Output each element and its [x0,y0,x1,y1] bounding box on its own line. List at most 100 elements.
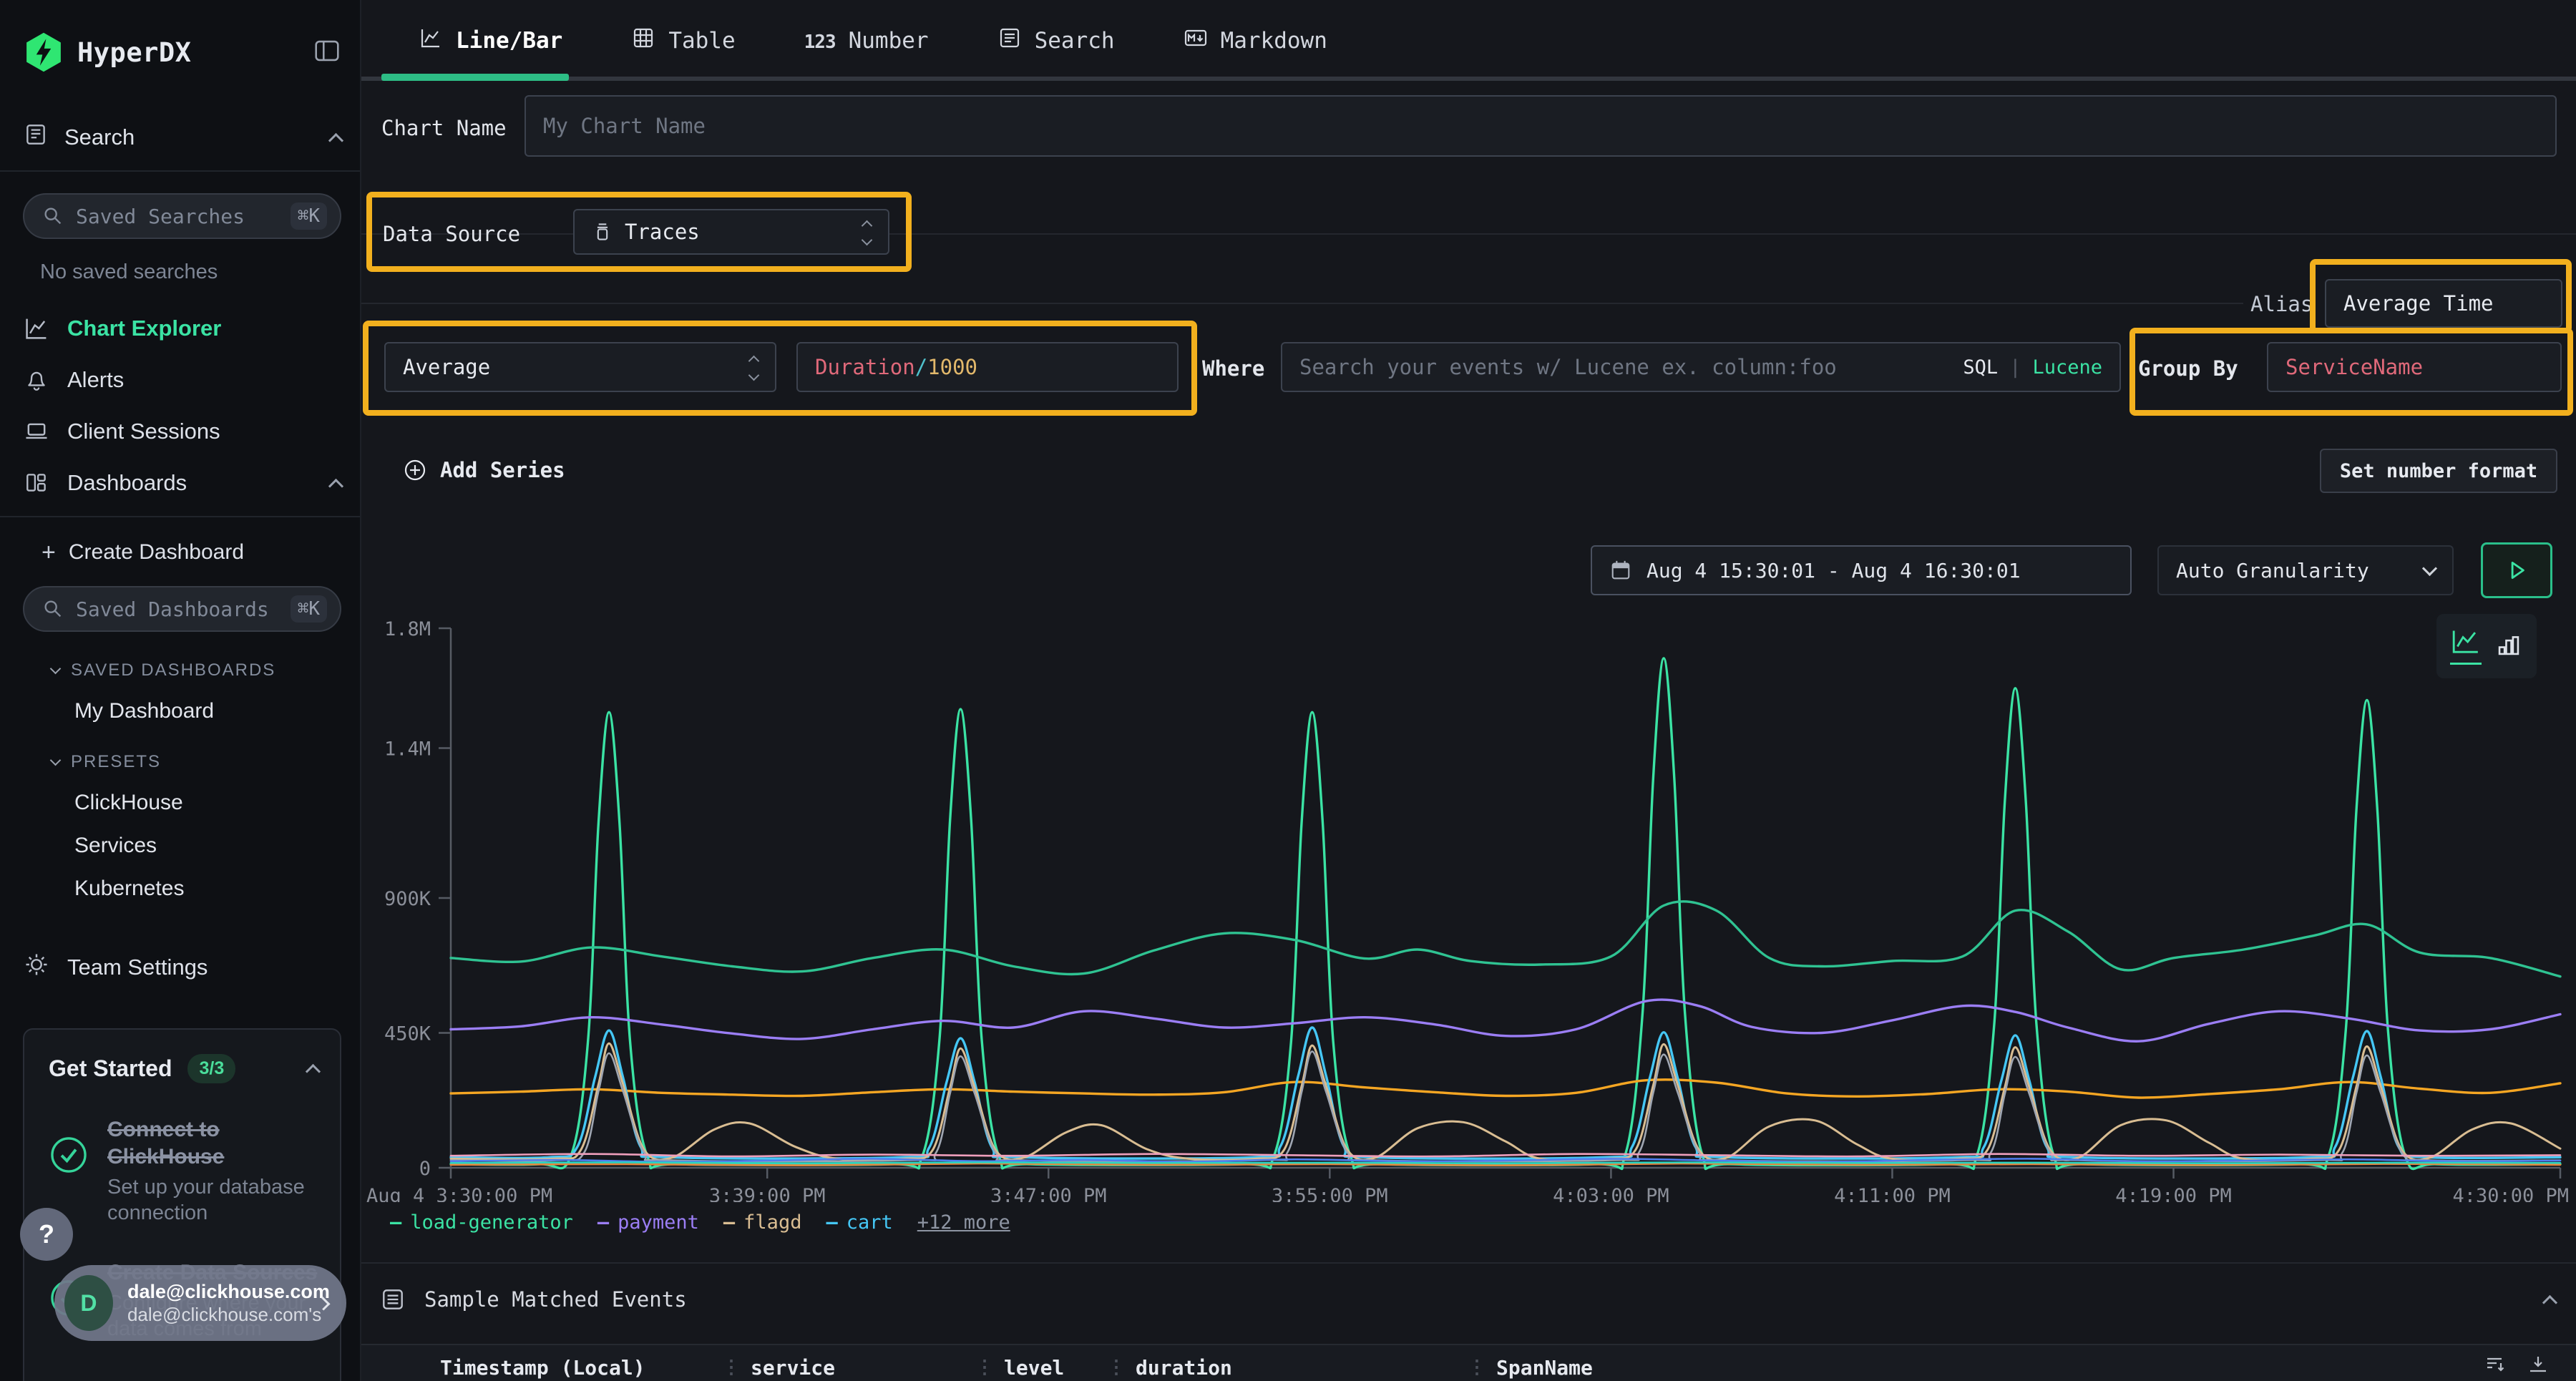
sample-matched-events-header[interactable]: Sample Matched Events [380,1287,2555,1312]
tab-search[interactable]: Search [997,26,1115,56]
traces-source-icon [592,221,613,243]
sidebar-item-my-dashboard[interactable]: My Dashboard [74,699,341,723]
sidebar-item-kubernetes[interactable]: Kubernetes [74,877,341,901]
saved-searches-input[interactable]: Saved Searches ⌘K [23,193,341,239]
sidebar-item-client-sessions[interactable]: Client Sessions [23,413,341,450]
search-icon [42,597,64,620]
saved-dashboards-input[interactable]: Saved Dashboards ⌘K [23,586,341,632]
laptop-icon [23,418,50,445]
add-series-button[interactable]: Add Series [403,458,565,482]
grid-icon [23,470,50,496]
legend-item-12-more[interactable]: +12 more [917,1211,1010,1234]
chevron-up-icon[interactable] [306,1064,321,1079]
group-by-value: ServiceName [2285,355,2423,379]
chevron-up-icon[interactable] [2542,1294,2557,1309]
tab-table[interactable]: Table [631,26,735,56]
chevron-down-icon [50,663,62,674]
column-resize-handle[interactable]: ⋮ [722,1357,741,1378]
group-header-presets[interactable]: PRESETS [52,752,341,772]
legend-swatch: — [597,1211,609,1234]
date-range-input[interactable]: Aug 4 15:30:01 - Aug 4 16:30:01 [1591,545,2132,595]
saved-dashboards-placeholder: Saved Dashboards [76,597,269,621]
expr-field: Duration [815,355,915,379]
sql-mode-toggle[interactable]: SQL [1963,356,1998,379]
sidebar-item-dashboards[interactable]: Dashboards [23,464,341,502]
search-section-label: Search [64,125,135,150]
calendar-icon [1609,559,1632,582]
group-header-saved-dashboards[interactable]: SAVED DASHBOARDS [52,660,341,680]
field-expression-input[interactable]: Duration/1000 [796,342,1179,392]
create-dashboard-button[interactable]: + Create Dashboard [42,540,341,565]
sidebar: HyperDX Search Saved Searches ⌘K No save… [0,0,361,1381]
sidebar-item-clickhouse[interactable]: ClickHouse [74,791,341,815]
search-icon [42,205,64,228]
help-button[interactable]: ? [20,1208,73,1261]
sidebar-item-chart-explorer[interactable]: Chart Explorer [23,310,341,347]
column-header-spanname[interactable]: SpanName [1496,1356,1926,1380]
sidebar-item-services[interactable]: Services [74,834,341,858]
tab-markdown[interactable]: Markdown [1184,26,1327,56]
expr-number: 1000 [927,355,977,379]
lucene-mode-toggle[interactable]: Lucene [2032,356,2102,379]
svg-text:3:39:00 PM: 3:39:00 PM [709,1185,826,1202]
divider [0,170,360,172]
saved-searches-placeholder: Saved Searches [76,205,245,228]
legend-item-payment[interactable]: —payment [597,1211,699,1234]
collapse-sidebar-icon[interactable] [313,36,341,69]
granularity-select[interactable]: Auto Granularity [2157,545,2454,595]
sidebar-item-team-settings[interactable]: Team Settings [23,951,341,984]
aggregation-select[interactable]: Average [384,342,776,392]
row-density-icon[interactable] [2483,1353,2507,1381]
svg-text:1.4M: 1.4M [384,738,431,761]
chart-legend: —load-generator—payment—flagd—cart+12 mo… [390,1211,1010,1234]
divider [361,1262,2576,1264]
tab-md-icon [1184,26,1208,56]
get-started-item[interactable]: Start sending logs, metrics, or traces [49,1375,318,1381]
active-tab-indicator [381,74,569,81]
tab-number[interactable]: 123Number [804,28,929,54]
brand-title: HyperDX [77,37,191,68]
group-by-input[interactable]: ServiceName [2267,342,2562,392]
alias-input[interactable] [2325,279,2562,328]
chart-name-input[interactable] [525,95,2557,157]
column-resize-handle[interactable]: ⋮ [1468,1357,1486,1378]
get-started-item-desc: Set up your database connection [107,1174,318,1226]
event-list-icon [380,1287,406,1312]
svg-text:4:19:00 PM: 4:19:00 PM [2115,1185,2232,1202]
column-header-service[interactable]: service [751,1356,965,1380]
group-header-label: SAVED DASHBOARDS [71,660,275,680]
column-header-timestamp-local[interactable]: Timestamp (Local) [440,1356,712,1380]
expr-operator: / [915,355,927,379]
chevron-up-icon[interactable] [328,478,343,493]
divider [0,516,360,517]
run-query-button[interactable] [2481,542,2552,598]
legend-label: cart [847,1211,893,1234]
column-header-level[interactable]: level [1004,1356,1097,1380]
download-icon[interactable] [2526,1353,2550,1381]
chart-canvas[interactable]: 1.8M1.4M900K450K0Aug 4 3:30:00 PM3:39:00… [361,608,2576,1202]
column-resize-handle[interactable]: ⋮ [975,1357,994,1378]
sidebar-section-search[interactable]: Search [23,117,341,157]
mode-separator: | [2009,356,2021,379]
where-search-input[interactable]: Search your events w/ Lucene ex. column:… [1281,342,2121,392]
tab-line-bar[interactable]: Line/Bar [419,26,562,56]
legend-swatch: — [723,1211,735,1234]
data-source-select[interactable]: Traces [573,209,889,255]
data-source-label: Data Source [383,222,520,246]
column-header-duration[interactable]: duration [1136,1356,1458,1380]
tab-search-icon [997,26,1022,56]
column-resize-handle[interactable]: ⋮ [1107,1357,1126,1378]
legend-item-load-generator[interactable]: —load-generator [390,1211,573,1234]
set-number-format-button[interactable]: Set number format [2320,449,2557,493]
create-dashboard-label: Create Dashboard [69,540,244,565]
chevron-up-icon[interactable] [328,132,343,147]
sidebar-item-alerts[interactable]: Alerts [23,361,341,399]
get-started-item[interactable]: Connect to ClickHouseSet up your databas… [49,1116,318,1226]
user-menu[interactable]: D dale@clickhouse.com dale@clickhouse.co… [54,1265,346,1341]
data-source-value: Traces [625,220,700,244]
group-by-label: Group By [2138,356,2238,381]
legend-item-cart[interactable]: —cart [826,1211,892,1234]
bell-icon [23,367,50,393]
sidebar-item-label: Dashboards [67,470,187,496]
legend-item-flagd[interactable]: —flagd [723,1211,802,1234]
